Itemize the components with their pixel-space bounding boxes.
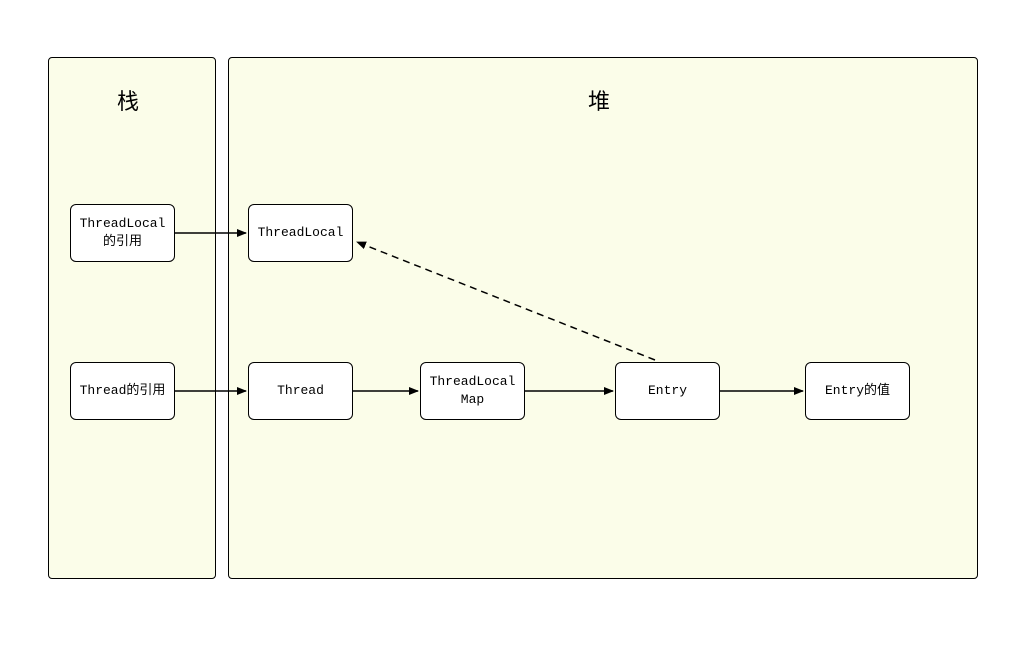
node-thread-ref: Thread的引用	[70, 362, 175, 420]
node-entry: Entry	[615, 362, 720, 420]
node-threadlocalmap: ThreadLocalMap	[420, 362, 525, 420]
heap-title: 堆	[229, 84, 977, 116]
node-threadlocal-ref: ThreadLocal的引用	[70, 204, 175, 262]
node-threadlocal: ThreadLocal	[248, 204, 353, 262]
heap-container: 堆	[228, 57, 978, 579]
node-entry-value: Entry的值	[805, 362, 910, 420]
stack-container: 栈	[48, 57, 216, 579]
stack-title: 栈	[49, 84, 215, 116]
node-thread: Thread	[248, 362, 353, 420]
